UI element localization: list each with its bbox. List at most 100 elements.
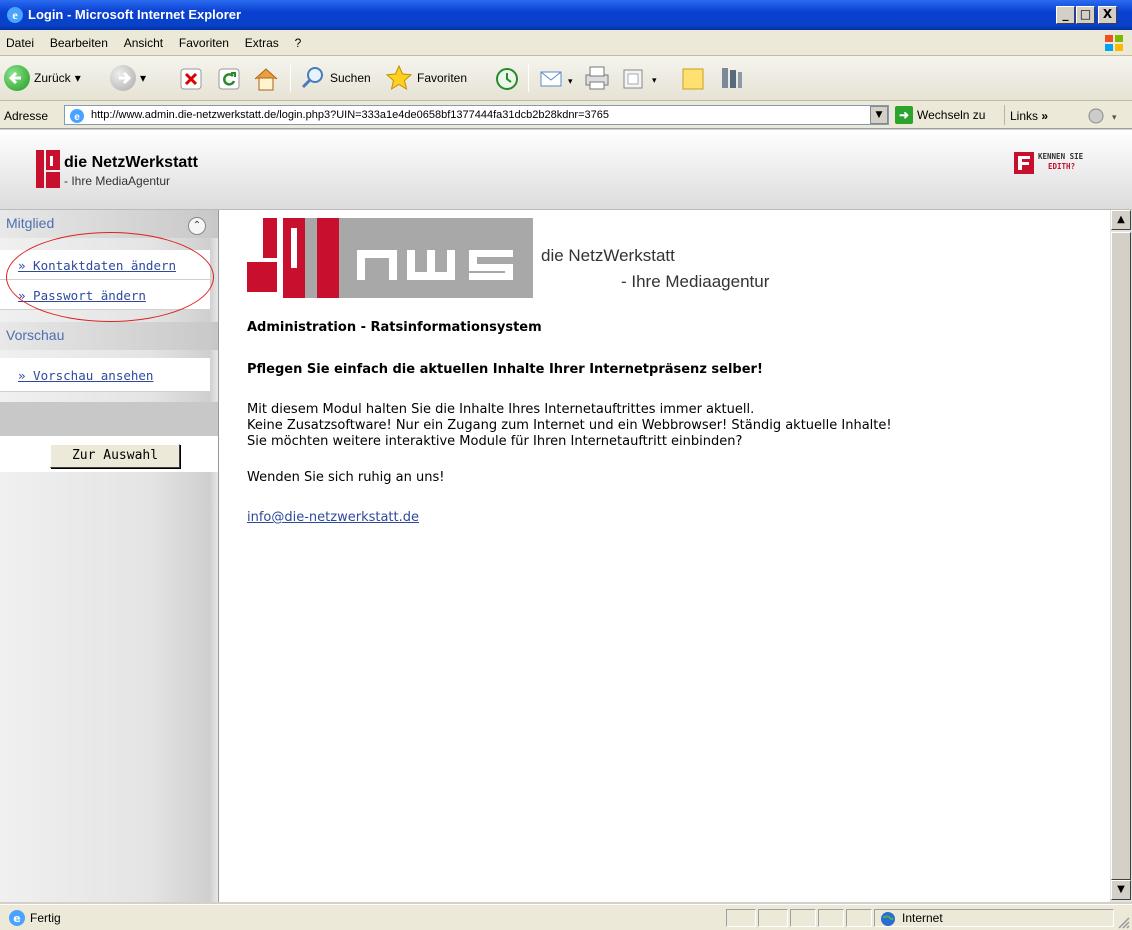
sidebar: Mitglied ⌃ » Kontaktdaten ändern » Passw… xyxy=(0,210,218,902)
minimize-button[interactable]: _ xyxy=(1056,6,1075,24)
tagline-2: - Ihre Mediaagentur xyxy=(621,272,770,291)
forward-button[interactable]: ▾ xyxy=(110,60,146,96)
close-button[interactable]: X xyxy=(1098,6,1117,24)
note-icon[interactable] xyxy=(680,66,706,92)
section-vorschau-label: Vorschau xyxy=(6,327,65,343)
page-icon: e xyxy=(70,109,84,123)
globe-icon xyxy=(881,912,895,926)
back-label: Zurück xyxy=(34,71,71,85)
svg-text:▾: ▾ xyxy=(568,77,573,87)
scroll-thumb[interactable] xyxy=(1111,232,1131,880)
chevron-down-icon: ▾ xyxy=(74,71,81,85)
page-status-icon: e xyxy=(9,910,25,926)
links-button[interactable]: Links » xyxy=(1010,109,1048,123)
home-icon[interactable] xyxy=(252,66,280,92)
title-bar: e Login - Microsoft Internet Explorer _ … xyxy=(0,0,1132,30)
go-label: Wechseln zu xyxy=(917,108,986,122)
go-arrow-icon: ➜ xyxy=(895,106,913,124)
status-cell xyxy=(790,909,816,927)
search-button[interactable]: Suchen xyxy=(300,60,371,96)
edith-logo-icon[interactable] xyxy=(1014,152,1034,174)
site-logo-icon xyxy=(36,150,60,188)
edith-line1: KENNEN SIE xyxy=(1038,152,1084,161)
scroll-up-icon[interactable]: ▲ xyxy=(1111,210,1131,230)
status-cell xyxy=(846,909,872,927)
toolbar-extra-icon[interactable]: ▾ xyxy=(1086,106,1122,126)
chevron-down-icon: ▾ xyxy=(140,71,147,85)
forward-arrow-icon xyxy=(110,65,136,91)
page-heading: Administration - Ratsinformationsystem xyxy=(247,320,542,335)
svg-text:e: e xyxy=(12,8,18,22)
address-url: http://www.admin.die-netzwerkstatt.de/lo… xyxy=(91,109,609,121)
link-vorschau[interactable]: » Vorschau ansehen xyxy=(0,358,210,392)
paragraph-4: Wenden Sie sich ruhig an uns! xyxy=(247,470,445,485)
svg-text:e: e xyxy=(74,112,80,123)
site-subtitle: - Ihre MediaAgentur xyxy=(64,174,171,188)
mail-icon[interactable]: ▾ xyxy=(538,66,578,92)
back-button[interactable]: Zurück ▾ xyxy=(4,60,81,96)
stop-icon[interactable] xyxy=(180,68,202,90)
status-text: Fertig xyxy=(30,911,61,925)
page-subheading: Pflegen Sie einfach die aktuellen Inhalt… xyxy=(247,362,763,377)
search-label: Suchen xyxy=(330,71,371,85)
paragraph-1: Mit diesem Modul halten Sie die Inhalte … xyxy=(247,402,755,417)
star-icon xyxy=(385,64,413,91)
site-header: die NetzWerkstatt - Ihre MediaAgentur KE… xyxy=(0,130,1132,210)
resize-grip-icon[interactable] xyxy=(1116,915,1130,929)
status-cell xyxy=(818,909,844,927)
nws-logo xyxy=(247,218,533,298)
window-title: Login - Microsoft Internet Explorer xyxy=(28,7,242,22)
toolbar: Zurück ▾ ▾ Suchen Favoriten ▾ ▾ xyxy=(0,56,1132,101)
toolbar-separator xyxy=(290,64,291,92)
menu-ansicht[interactable]: Ansicht xyxy=(118,30,169,50)
menu-datei[interactable]: Datei xyxy=(0,30,40,50)
favorites-button[interactable]: Favoriten xyxy=(385,60,467,96)
history-icon[interactable] xyxy=(494,66,520,92)
main-content: die NetzWerkstatt - Ihre Mediaagentur Ad… xyxy=(218,210,1110,902)
edit-icon[interactable]: ▾ xyxy=(622,68,662,90)
status-cell xyxy=(758,909,788,927)
toolbar-separator xyxy=(1004,105,1005,125)
go-button[interactable]: ➜ Wechseln zu xyxy=(895,106,985,124)
edith-badge[interactable]: KENNEN SIE EDITH? xyxy=(1038,152,1083,172)
tagline-1: die NetzWerkstatt xyxy=(541,246,675,265)
edith-line2: EDITH? xyxy=(1048,162,1076,171)
toolbar-separator xyxy=(528,64,529,92)
back-arrow-icon xyxy=(4,65,30,91)
email-link[interactable]: info@die-netzwerkstatt.de xyxy=(247,510,419,525)
menu-favoriten[interactable]: Favoriten xyxy=(173,30,235,50)
maximize-button[interactable]: □ xyxy=(1076,6,1095,24)
scroll-down-icon[interactable]: ▼ xyxy=(1111,880,1131,900)
address-dropdown-icon[interactable]: ▼ xyxy=(870,106,888,124)
section-mitglied-label: Mitglied xyxy=(6,215,55,231)
annotation-ellipse xyxy=(6,232,214,322)
menu-help[interactable]: ? xyxy=(289,30,308,50)
paragraph-2: Keine Zusatzsoftware! Nur ein Zugang zum… xyxy=(247,418,892,433)
svg-text:▾: ▾ xyxy=(652,76,657,86)
menu-extras[interactable]: Extras xyxy=(239,30,285,50)
print-icon[interactable] xyxy=(582,64,612,92)
chevron-right-icon: » xyxy=(1041,109,1049,123)
messenger-icon[interactable] xyxy=(716,64,746,92)
favorites-label: Favoriten xyxy=(417,71,468,85)
svg-text:▾: ▾ xyxy=(1112,113,1117,123)
ie-icon: e xyxy=(7,7,23,23)
collapse-icon[interactable]: ⌃ xyxy=(188,217,206,235)
svg-text:e: e xyxy=(13,912,20,925)
paragraph-3: Sie möchten weitere interaktive Module f… xyxy=(247,434,743,449)
zur-auswahl-button[interactable]: Zur Auswahl xyxy=(50,444,180,468)
address-input[interactable]: e http://www.admin.die-netzwerkstatt.de/… xyxy=(64,105,889,125)
menu-bar: Datei Bearbeiten Ansicht Favoriten Extra… xyxy=(0,30,1132,56)
section-vorschau: Vorschau xyxy=(0,322,218,350)
address-bar: Adresse e http://www.admin.die-netzwerks… xyxy=(0,101,1132,129)
search-icon xyxy=(301,67,323,89)
refresh-icon[interactable] xyxy=(218,68,240,90)
status-cell xyxy=(726,909,756,927)
status-bar: e Fertig Internet xyxy=(0,904,1132,930)
zone-label: Internet xyxy=(902,911,943,925)
address-label: Adresse xyxy=(4,109,49,123)
sidebar-divider xyxy=(0,402,218,436)
menu-bearbeiten[interactable]: Bearbeiten xyxy=(44,30,114,50)
vertical-scrollbar[interactable]: ▲ ▼ xyxy=(1110,210,1132,902)
links-label: Links xyxy=(1010,109,1039,123)
